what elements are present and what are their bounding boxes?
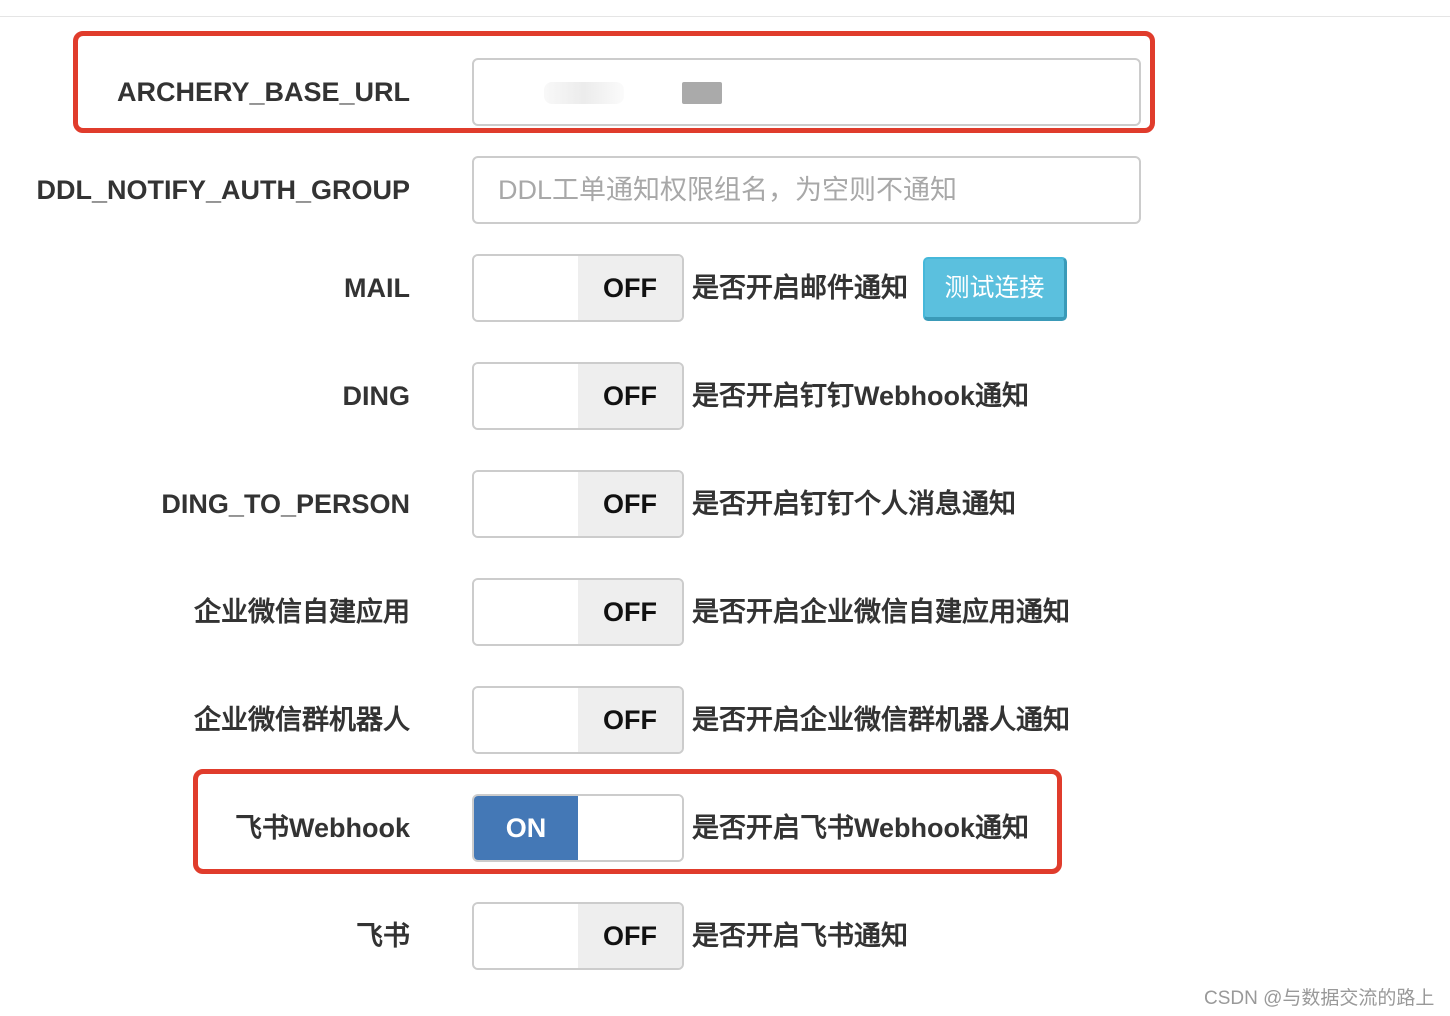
- setting-label: 企业微信自建应用: [194, 597, 410, 627]
- setting-description: 是否开启飞书Webhook通知: [692, 813, 1029, 843]
- setting-label: MAIL: [344, 273, 410, 303]
- setting-label: DDL_NOTIFY_AUTH_GROUP: [36, 175, 410, 205]
- setting-row-ddl-notify-auth-group: DDL_NOTIFY_AUTH_GROUP: [0, 156, 1450, 224]
- setting-row-mail: MAIL OFF 是否开启邮件通知: [0, 254, 1450, 322]
- watermark: CSDN @与数据交流的路上: [1204, 988, 1435, 1009]
- ddl-notify-auth-group-input[interactable]: [472, 156, 1141, 224]
- setting-label: 企业微信群机器人: [194, 705, 410, 735]
- wecom-app-toggle[interactable]: OFF: [472, 578, 684, 646]
- setting-label: DING: [342, 381, 411, 411]
- wecom-bot-toggle[interactable]: OFF: [472, 686, 684, 754]
- redacted-value: [682, 82, 722, 104]
- setting-row-archery-base-url: ARCHERY_BASE_URL: [0, 58, 1450, 126]
- toggle-handle: [474, 688, 578, 752]
- setting-row-wecom-bot: 企业微信群机器人 OFF 是否开启企业微信群机器人通知: [0, 686, 1450, 754]
- toggle-state: ON: [474, 796, 578, 860]
- top-divider: [0, 16, 1450, 17]
- toggle-handle: [474, 472, 578, 536]
- feishu-toggle[interactable]: OFF: [472, 902, 684, 970]
- test-connection-button[interactable]: 测试连接: [923, 257, 1067, 321]
- setting-description: 是否开启企业微信自建应用通知: [692, 597, 1070, 627]
- setting-description: 是否开启钉钉Webhook通知: [692, 381, 1029, 411]
- toggle-state: OFF: [578, 688, 682, 752]
- toggle-state: OFF: [578, 580, 682, 644]
- setting-row-feishu-webhook: 飞书Webhook ON 是否开启飞书Webhook通知: [0, 794, 1450, 862]
- archery-base-url-input[interactable]: [472, 58, 1141, 126]
- setting-description: 是否开启飞书通知: [692, 921, 908, 951]
- setting-label: DING_TO_PERSON: [161, 489, 410, 519]
- toggle-state: OFF: [578, 472, 682, 536]
- toggle-handle: [474, 364, 578, 428]
- setting-row-ding-to-person: DING_TO_PERSON OFF 是否开启钉钉个人消息通知: [0, 470, 1450, 538]
- setting-row-ding: DING OFF 是否开启钉钉Webhook通知: [0, 362, 1450, 430]
- setting-row-feishu: 飞书 OFF 是否开启飞书通知: [0, 902, 1450, 970]
- setting-label: 飞书Webhook: [235, 813, 410, 843]
- redacted-value: [544, 82, 624, 104]
- toggle-handle: [578, 796, 682, 860]
- toggle-state: OFF: [578, 256, 682, 320]
- toggle-handle: [474, 256, 578, 320]
- feishu-webhook-toggle[interactable]: ON: [472, 794, 684, 862]
- ding-toggle[interactable]: OFF: [472, 362, 684, 430]
- toggle-handle: [474, 904, 578, 968]
- toggle-handle: [474, 580, 578, 644]
- ding-to-person-toggle[interactable]: OFF: [472, 470, 684, 538]
- toggle-state: OFF: [578, 364, 682, 428]
- mail-toggle[interactable]: OFF: [472, 254, 684, 322]
- setting-label: 飞书: [356, 921, 410, 951]
- setting-row-wecom-app: 企业微信自建应用 OFF 是否开启企业微信自建应用通知: [0, 578, 1450, 646]
- setting-description: 是否开启钉钉个人消息通知: [692, 489, 1016, 519]
- setting-description: 是否开启企业微信群机器人通知: [692, 705, 1070, 735]
- setting-label: ARCHERY_BASE_URL: [116, 77, 410, 107]
- setting-description: 是否开启邮件通知: [692, 273, 908, 303]
- toggle-state: OFF: [578, 904, 682, 968]
